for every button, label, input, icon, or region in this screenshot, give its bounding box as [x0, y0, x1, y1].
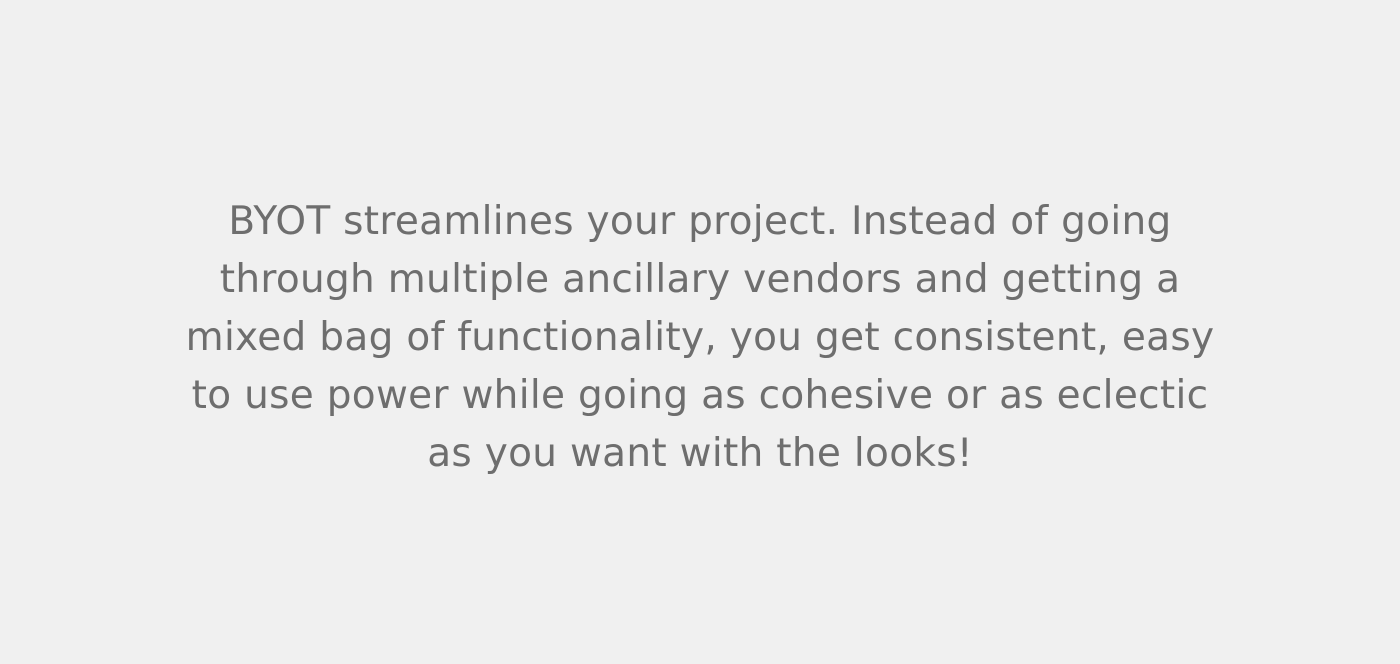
paragraph-line-5: as you want with the looks!: [427, 431, 973, 476]
description-paragraph: BYOT streamlines your project. Instead o…: [0, 193, 1400, 483]
paragraph-line-4: to use power while going as cohesive or …: [191, 373, 1209, 418]
paragraph-line-3: mixed bag of functionality, you get cons…: [185, 315, 1215, 360]
paragraph-line-1: BYOT streamlines your project. Instead o…: [228, 199, 1172, 244]
paragraph-line-2: through multiple ancillary vendors and g…: [219, 257, 1181, 302]
